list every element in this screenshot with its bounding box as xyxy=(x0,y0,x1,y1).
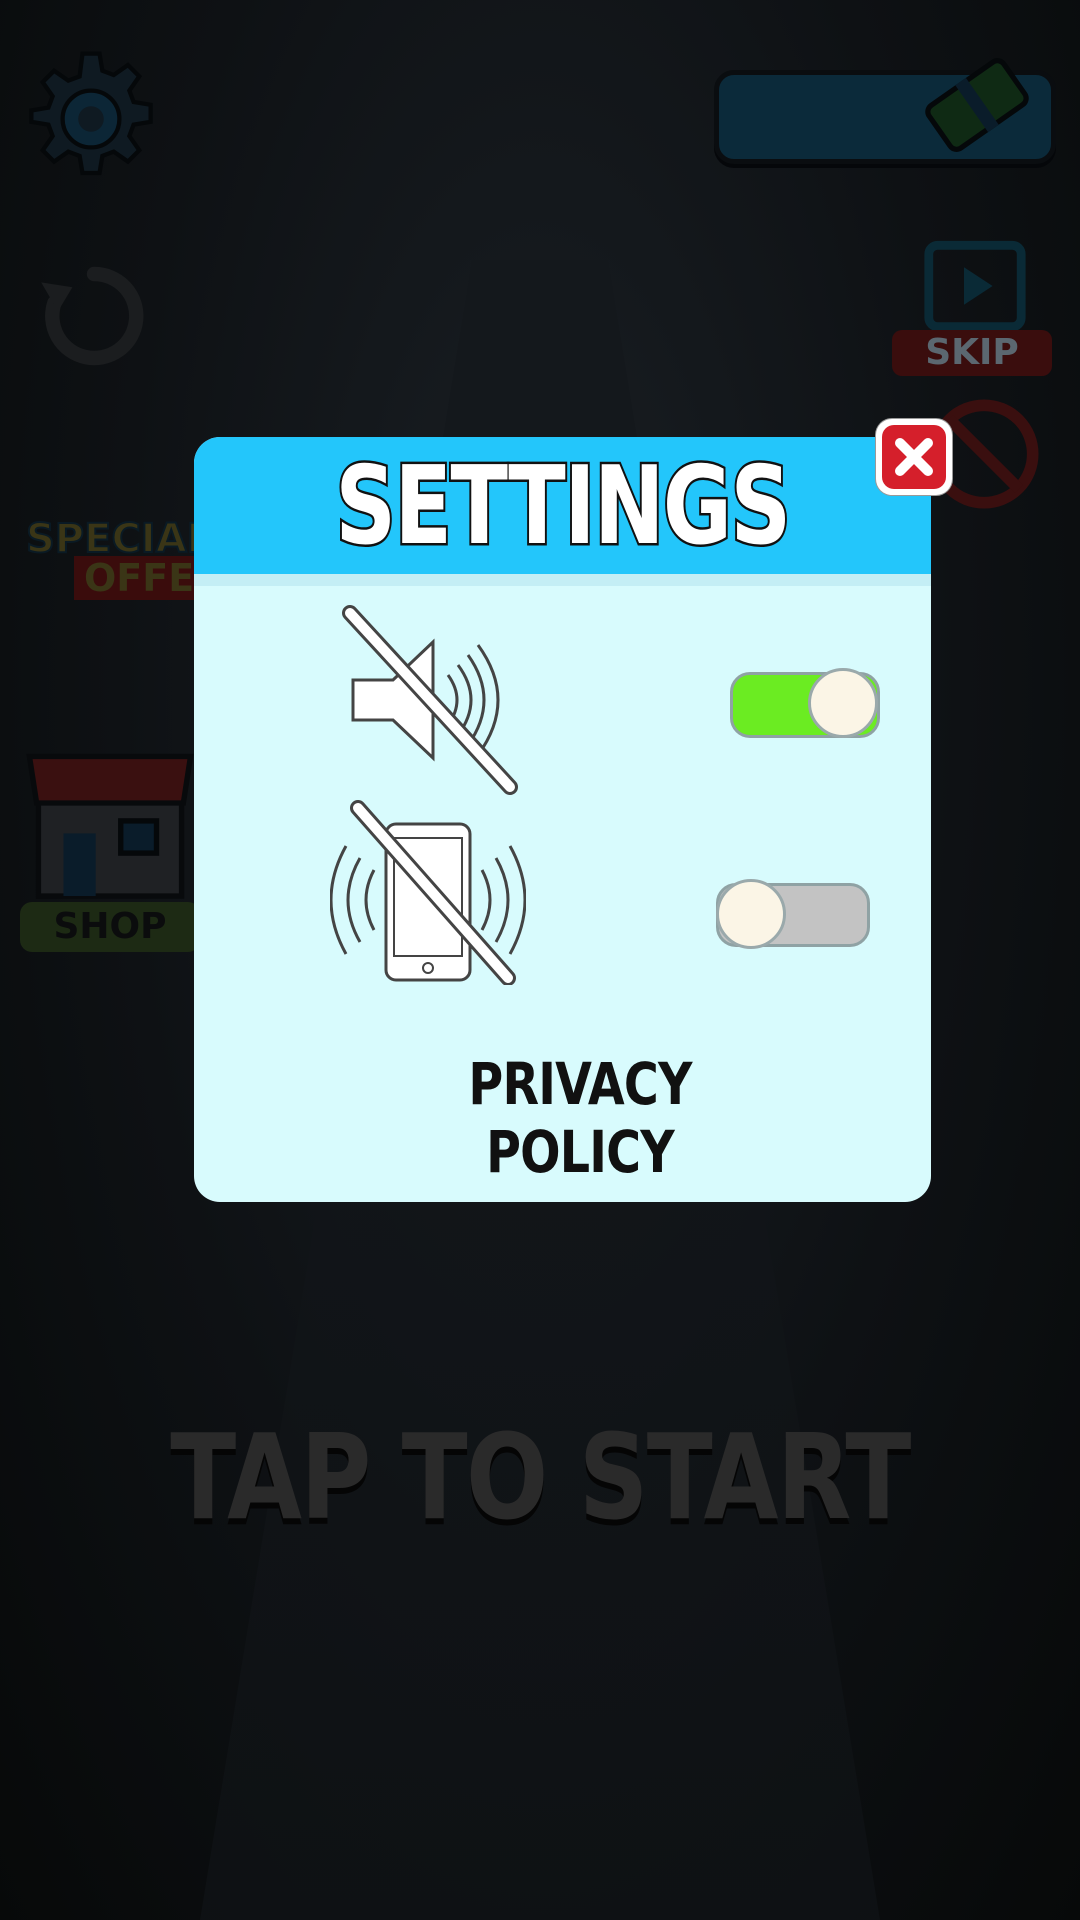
skip-label[interactable]: SKIP xyxy=(892,330,1052,376)
close-button[interactable] xyxy=(876,419,952,495)
shop-icon[interactable] xyxy=(20,735,200,905)
settings-title: SETTINGS xyxy=(333,444,793,569)
header-divider xyxy=(194,574,931,586)
shop-label[interactable]: SHOP xyxy=(20,902,200,952)
sound-toggle[interactable] xyxy=(730,668,880,738)
special-offer-badge[interactable]: SPECIAL OFFE xyxy=(10,512,213,602)
restart-icon[interactable] xyxy=(34,256,154,376)
skip-video-icon[interactable] xyxy=(920,236,1030,336)
settings-header: SETTINGS xyxy=(194,437,931,574)
special-offer-line2: OFFE xyxy=(74,556,205,600)
tap-to-start-text[interactable]: TAP TO START xyxy=(97,1408,983,1546)
sound-muted-icon xyxy=(342,605,518,795)
money-icon xyxy=(925,58,1029,152)
privacy-policy-link[interactable]: PRIVACY POLICY xyxy=(416,1050,744,1186)
gear-icon[interactable] xyxy=(20,48,162,190)
vibration-toggle-knob[interactable] xyxy=(716,879,786,949)
close-icon xyxy=(882,425,946,489)
vibration-off-icon xyxy=(330,800,526,985)
vibration-toggle[interactable] xyxy=(716,879,870,949)
sound-toggle-knob[interactable] xyxy=(808,668,878,738)
